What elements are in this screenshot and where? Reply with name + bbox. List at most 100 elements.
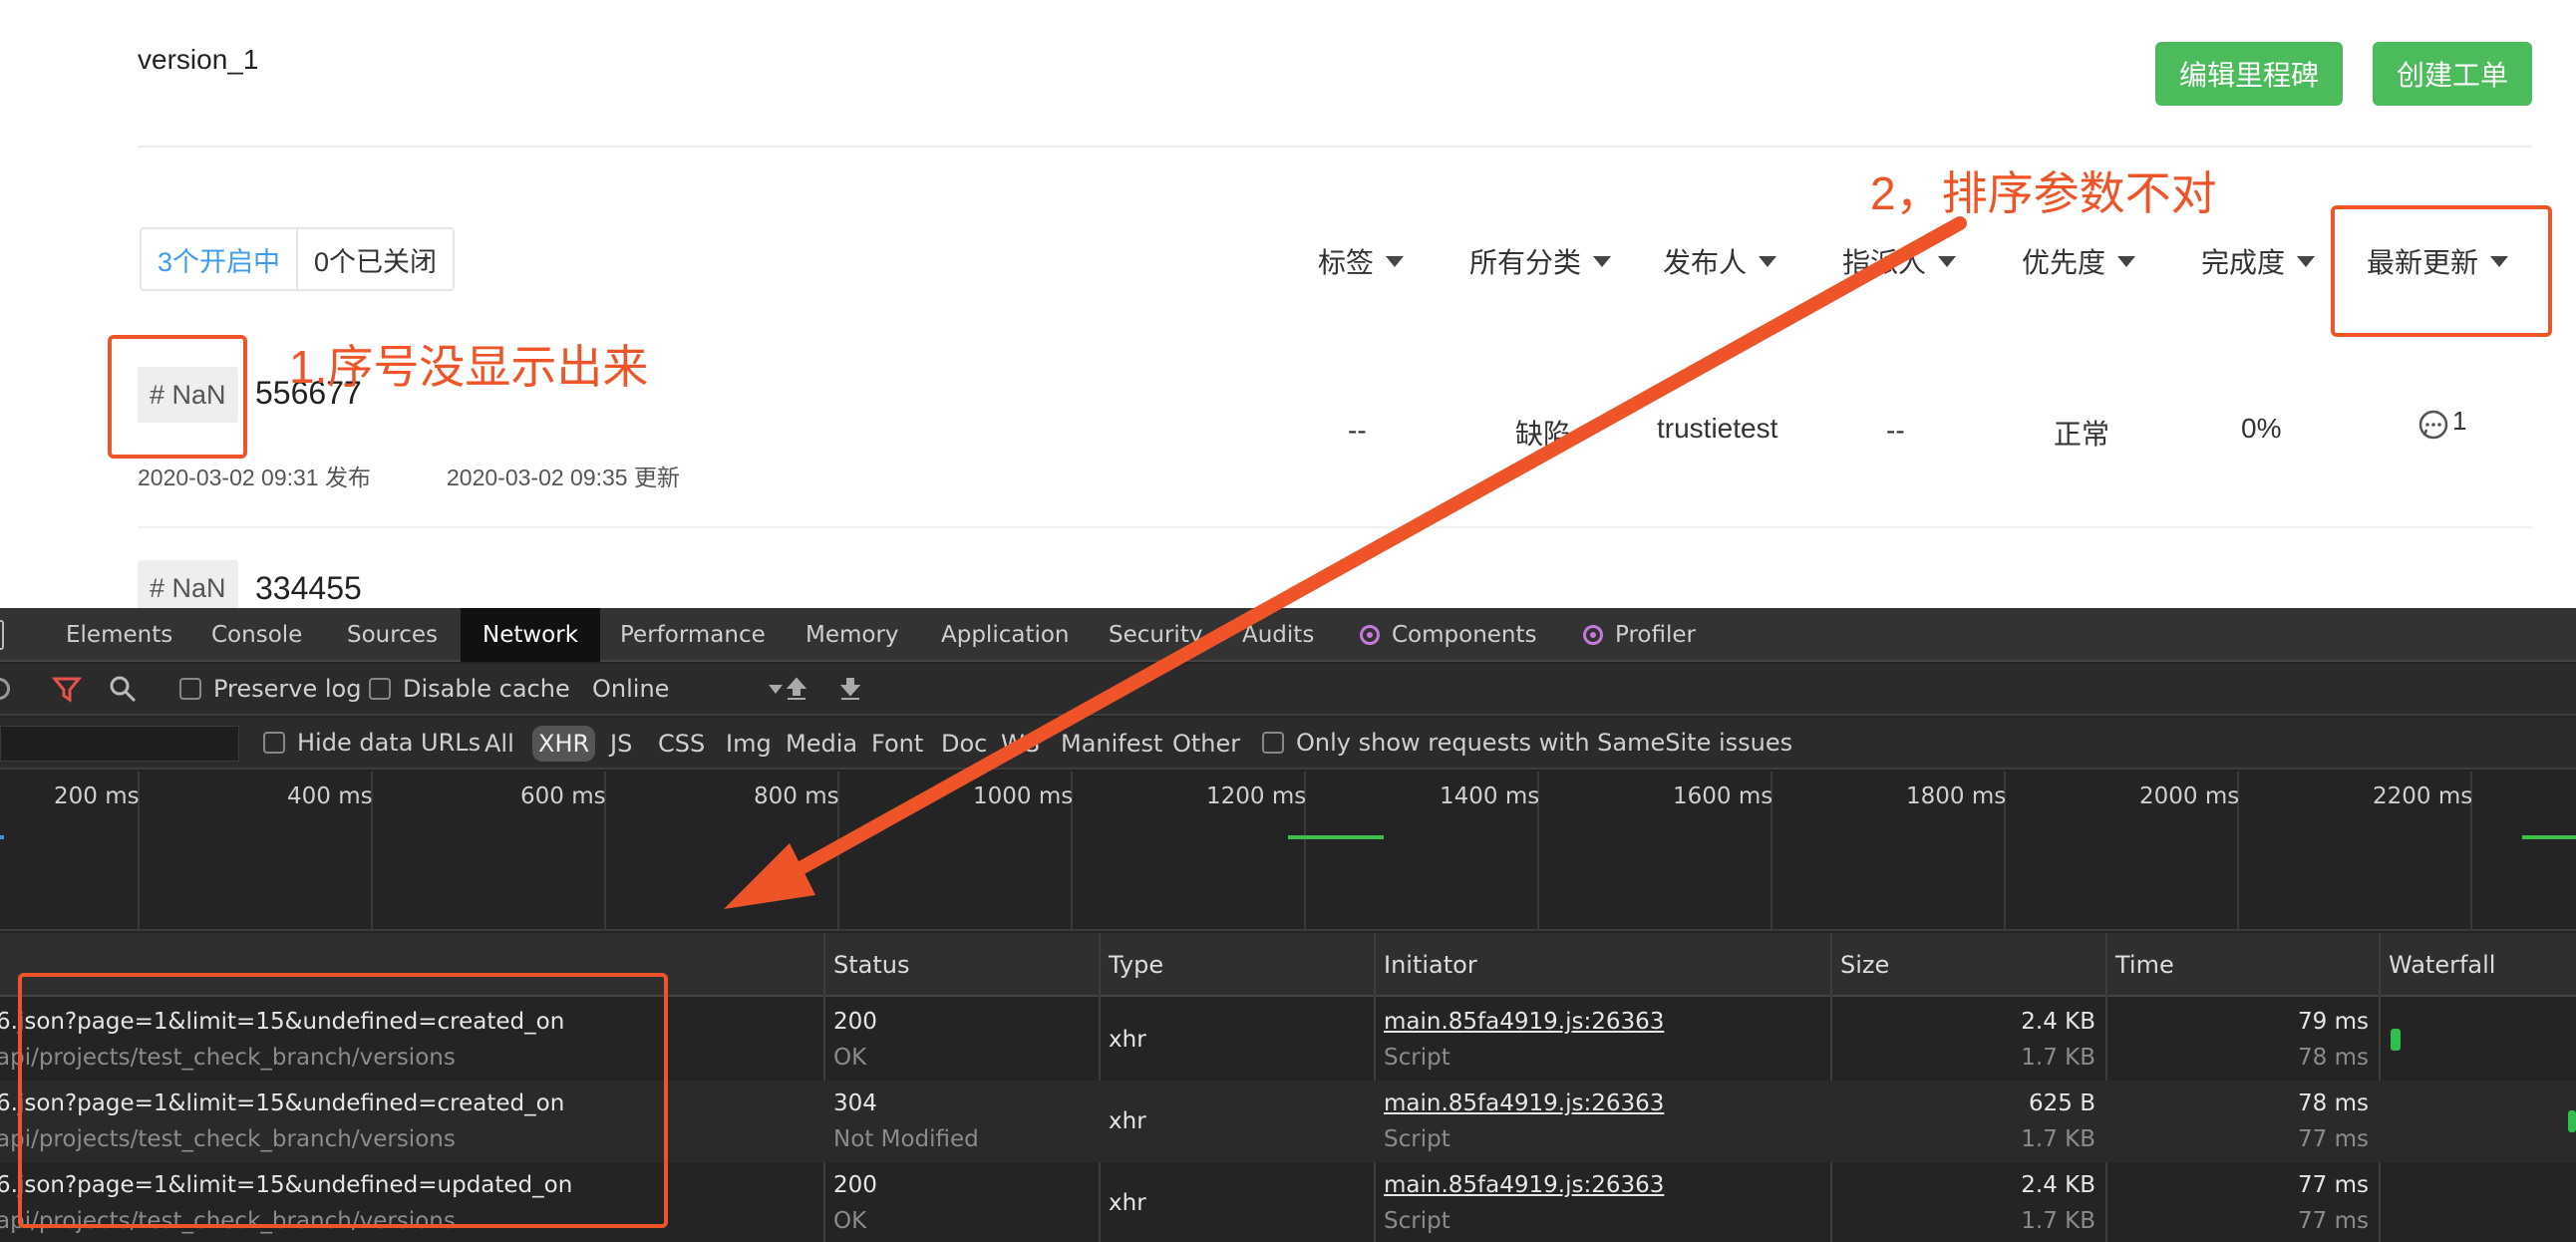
tab-elements[interactable]: Elements <box>66 608 172 662</box>
cell-tag: -- <box>1348 415 1367 446</box>
column-size[interactable]: Size <box>1840 933 1889 997</box>
status-code: 200 <box>833 1172 877 1198</box>
checkbox[interactable] <box>1262 732 1284 754</box>
search-icon[interactable] <box>108 664 138 714</box>
create-issue-button[interactable]: 创建工单 <box>2373 42 2532 106</box>
type-filter-font[interactable]: Font <box>871 726 923 762</box>
tab-sources[interactable]: Sources <box>347 608 438 662</box>
tick-label: 1400 ms <box>1440 783 1540 809</box>
react-icon <box>1360 625 1380 645</box>
filter-author[interactable]: 发布人 <box>1663 241 1777 281</box>
type-filter-manifest[interactable]: Manifest <box>1061 726 1162 762</box>
resource-size: 1.7 KB <box>2021 1126 2095 1152</box>
filter-category[interactable]: 所有分类 <box>1469 241 1612 281</box>
edit-milestone-button[interactable]: 编辑里程碑 <box>2155 42 2343 106</box>
network-filter-bar: Hide data URLs All XHR JS CSS Img Media … <box>0 718 2576 770</box>
column-initiator[interactable]: Initiator <box>1384 933 1477 997</box>
network-toolbar: Preserve log Disable cache Online <box>0 664 2576 716</box>
cell-progress: 0% <box>2241 413 2282 444</box>
request-time: 78 ms <box>2298 1090 2369 1116</box>
cell-category: 缺陷 <box>1515 419 1572 450</box>
filter-tags[interactable]: 标签 <box>1318 241 1405 281</box>
type-filter-css[interactable]: CSS <box>658 726 705 762</box>
updated-time: 2020-03-02 09:35 更新 <box>447 465 680 490</box>
caret-down-icon <box>1386 255 1405 267</box>
tab-console[interactable]: Console <box>211 608 302 662</box>
tab-profiler[interactable]: Profiler <box>1583 608 1696 662</box>
column-type[interactable]: Type <box>1109 933 1163 997</box>
preserve-log-checkbox[interactable]: Preserve log <box>179 664 361 714</box>
filter-progress[interactable]: 完成度 <box>2201 241 2316 281</box>
filter-priority[interactable]: 优先度 <box>2022 241 2136 281</box>
column-time[interactable]: Time <box>2115 933 2174 997</box>
tab-closed-issues[interactable]: 0个已关闭 <box>298 229 453 289</box>
published-time: 2020-03-02 09:31 发布 <box>138 465 371 490</box>
filter-assignee[interactable]: 指派人 <box>1842 241 1957 281</box>
tab-memory[interactable]: Memory <box>805 608 899 662</box>
tick-label: 400 ms <box>287 783 373 809</box>
tab-label: Profiler <box>1615 622 1696 648</box>
request-latency: 77 ms <box>2298 1126 2369 1152</box>
transfer-size: 2.4 KB <box>2021 1009 2095 1035</box>
cell-comments[interactable]: 1 <box>2416 406 2466 443</box>
tab-security[interactable]: Security <box>1109 608 1202 662</box>
type-filter-img[interactable]: Img <box>726 726 772 762</box>
network-overview-timeline[interactable]: 200 ms 400 ms 600 ms 800 ms 1000 ms 1200… <box>0 772 2576 931</box>
milestone-name[interactable]: 334455 <box>255 570 362 607</box>
column-status[interactable]: Status <box>833 933 909 997</box>
milestone-number: # NaN <box>138 560 238 608</box>
checkbox-label: Hide data URLs <box>297 729 482 757</box>
tick-label: 200 ms <box>54 783 140 809</box>
checkbox[interactable] <box>369 678 391 700</box>
column-waterfall[interactable]: Waterfall <box>2389 933 2495 997</box>
milestone-page: version_1 编辑里程碑 创建工单 3个开启中 0个已关闭 标签 所有分类… <box>0 0 2576 608</box>
initiator-link[interactable]: main.85fa4919.js:26363 <box>1384 1009 1664 1035</box>
hide-data-urls-checkbox[interactable]: Hide data URLs <box>263 718 481 768</box>
type-filter-ws[interactable]: WS <box>1001 726 1040 762</box>
type-filter-other[interactable]: Other <box>1172 726 1240 762</box>
throttling-select[interactable]: Online <box>592 664 784 714</box>
tick-label: 2200 ms <box>2373 783 2473 809</box>
tab-audits[interactable]: Audits <box>1242 608 1314 662</box>
tick-label: 1600 ms <box>1673 783 1773 809</box>
checkbox-label: Preserve log <box>213 675 362 703</box>
filter-icon[interactable] <box>52 664 82 714</box>
type-filter-js[interactable]: JS <box>610 726 632 762</box>
checkbox[interactable] <box>263 732 285 754</box>
request-time: 77 ms <box>2298 1172 2369 1198</box>
page-title: version_1 <box>138 44 259 75</box>
waterfall-bar <box>2568 1110 2576 1132</box>
type-filter-media[interactable]: Media <box>786 726 857 762</box>
type-filter-xhr[interactable]: XHR <box>532 726 596 762</box>
request-type: xhr <box>1109 1108 1146 1134</box>
tab-performance[interactable]: Performance <box>620 608 766 662</box>
chevron-down-icon <box>769 684 784 694</box>
throttling-value: Online <box>592 675 670 703</box>
import-har-icon[interactable] <box>784 664 809 714</box>
checkbox[interactable] <box>179 678 201 700</box>
annotation-note-2: 2，排序参数不对 <box>1870 167 2217 219</box>
filter-input[interactable] <box>0 726 239 762</box>
samesite-checkbox[interactable]: Only show requests with SameSite issues <box>1262 718 1792 768</box>
filter-label: 标签 <box>1318 247 1375 278</box>
type-filter-doc[interactable]: Doc <box>941 726 987 762</box>
timeline-bar <box>2522 835 2576 839</box>
clear-icon[interactable] <box>0 664 10 714</box>
caret-down-icon <box>1593 255 1612 267</box>
cell-author: trustietest <box>1657 413 1778 444</box>
transfer-size: 625 B <box>2029 1090 2095 1116</box>
tab-open-issues[interactable]: 3个开启中 <box>142 229 299 289</box>
initiator-link[interactable]: main.85fa4919.js:26363 <box>1384 1090 1664 1116</box>
status-code: 304 <box>833 1090 877 1116</box>
export-har-icon[interactable] <box>837 664 863 714</box>
initiator-link[interactable]: main.85fa4919.js:26363 <box>1384 1172 1664 1198</box>
tab-application[interactable]: Application <box>941 608 1070 662</box>
disable-cache-checkbox[interactable]: Disable cache <box>369 664 570 714</box>
tab-network[interactable]: Network <box>461 608 601 662</box>
tab-components[interactable]: Components <box>1360 608 1537 662</box>
milestone-row[interactable]: # NaN 334455 <box>138 560 2532 608</box>
request-latency: 78 ms <box>2298 1045 2369 1071</box>
type-filter-all[interactable]: All <box>484 726 514 762</box>
timeline-bar <box>1288 835 1384 839</box>
device-toggle-icon[interactable] <box>0 608 4 662</box>
